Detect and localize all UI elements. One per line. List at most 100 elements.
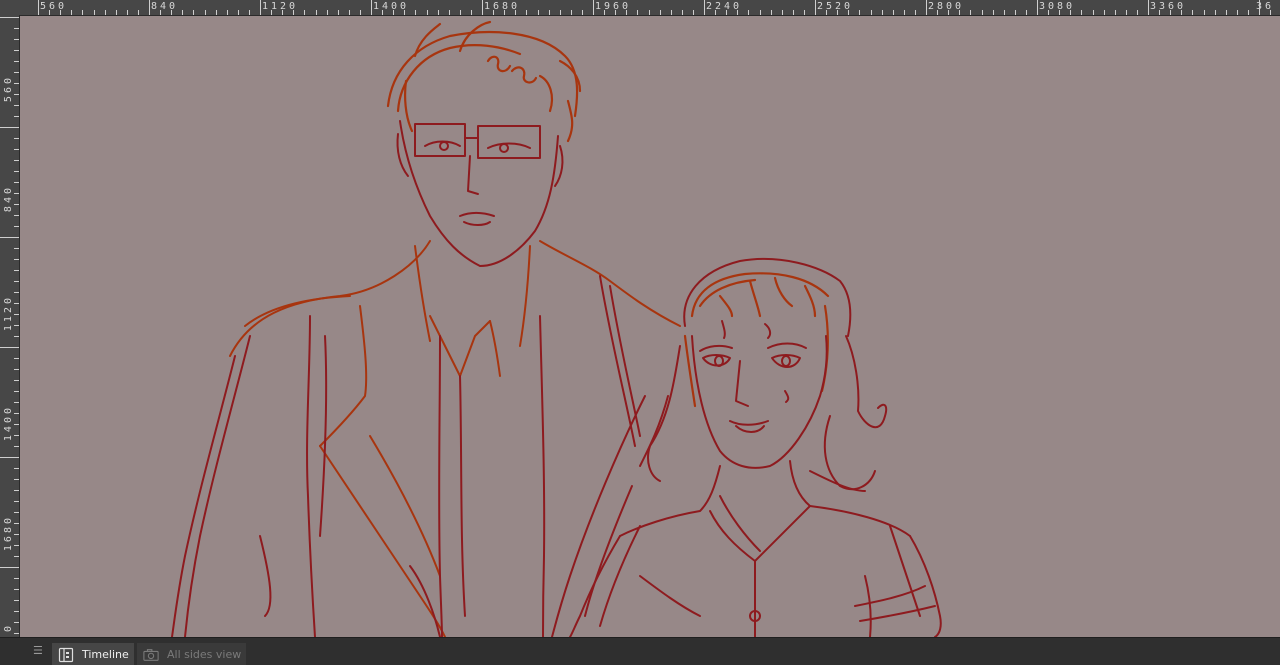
ruler-tick <box>14 160 19 161</box>
ruler-tick <box>493 10 495 15</box>
ruler-tick <box>348 10 350 15</box>
woman-hair-strokes <box>639 257 888 492</box>
timeline-icon <box>58 647 74 663</box>
ruler-tick <box>1114 10 1116 15</box>
ruler-tick <box>1247 10 1249 15</box>
ruler-tick <box>1103 10 1105 15</box>
ruler-tick <box>404 10 406 15</box>
ruler-tick <box>14 270 19 271</box>
ruler-tick <box>681 10 683 15</box>
ruler-tick <box>459 10 461 15</box>
ruler-tick <box>14 578 19 579</box>
ruler-tick <box>748 10 750 15</box>
ruler-tick <box>482 0 483 15</box>
ruler-tick <box>115 10 117 15</box>
ruler-label: 0 <box>3 623 14 633</box>
ruler-tick <box>0 567 19 568</box>
ruler-tick <box>1270 10 1272 15</box>
ruler-tick <box>137 10 139 15</box>
ruler-tick <box>615 10 617 15</box>
ruler-tick <box>759 10 761 15</box>
ruler-tick <box>0 17 19 18</box>
ruler-label: 560 <box>40 1 68 12</box>
woman-face-strokes <box>691 320 828 469</box>
ruler-tick <box>1181 10 1183 15</box>
ruler-tick <box>715 10 717 15</box>
ruler-tick <box>1003 10 1005 15</box>
ruler-tick <box>415 10 417 15</box>
ruler-tick <box>1081 10 1083 15</box>
ruler-tick <box>14 72 19 73</box>
ruler-tick <box>637 10 639 15</box>
ruler-tick <box>548 10 550 15</box>
ruler-tick <box>1125 10 1127 15</box>
ruler-tick <box>14 391 19 392</box>
ruler-tick <box>570 10 572 15</box>
ruler-tick <box>14 50 19 51</box>
tab-timeline[interactable]: Timeline <box>52 643 134 665</box>
ruler-tick <box>14 556 19 557</box>
ruler-tick <box>49 10 51 15</box>
ruler-tick <box>204 10 206 15</box>
ruler-tick <box>826 10 828 15</box>
ruler-tick <box>126 10 128 15</box>
ruler-tick <box>14 611 19 612</box>
tab-all-sides-view[interactable]: All sides view <box>137 643 246 665</box>
ruler-tick <box>14 28 19 29</box>
vertical-ruler[interactable]: 560 840 1120 1400 1680 0 <box>0 15 20 637</box>
ruler-tick <box>1037 0 1038 15</box>
ruler-tick <box>326 10 328 15</box>
drawing-canvas[interactable] <box>20 16 1280 637</box>
ruler-tick <box>226 10 228 15</box>
ruler-tick <box>14 325 19 326</box>
ruler-tick <box>593 0 594 15</box>
ruler-tick <box>937 10 939 15</box>
man-face-strokes <box>396 120 564 267</box>
ruler-tick <box>14 468 19 469</box>
ruler-tick <box>14 292 19 293</box>
bottom-panel-bar: ☰ Timeline All sides view <box>0 637 1280 665</box>
ruler-tick <box>260 0 261 15</box>
ruler-label: 840 <box>3 185 14 213</box>
ruler-tick <box>648 10 650 15</box>
hamburger-icon[interactable]: ☰ <box>33 645 44 656</box>
ruler-tick <box>248 10 250 15</box>
ruler-tick <box>14 600 19 601</box>
ruler-tick <box>171 10 173 15</box>
ruler-tick <box>581 10 583 15</box>
ruler-tick <box>892 10 894 15</box>
ruler-tick <box>359 10 361 15</box>
ruler-tick <box>1092 10 1094 15</box>
ruler-tick <box>470 10 472 15</box>
ruler-tick <box>526 10 528 15</box>
ruler-tick <box>14 61 19 62</box>
ruler-tick <box>14 633 19 634</box>
ruler-tick <box>881 10 883 15</box>
ruler-tick <box>14 380 19 381</box>
ruler-tick <box>14 358 19 359</box>
ruler-tick <box>14 479 19 480</box>
ruler-tick <box>14 83 19 84</box>
ruler-tick <box>14 424 19 425</box>
ruler-tick <box>14 204 19 205</box>
ruler-label: 560 <box>3 75 14 103</box>
ruler-tick <box>1059 10 1061 15</box>
ruler-tick <box>770 10 772 15</box>
tab-label: Timeline <box>82 648 129 661</box>
ruler-tick <box>104 10 106 15</box>
ruler-tick <box>992 10 994 15</box>
ruler-tick <box>815 0 816 15</box>
ruler-tick <box>160 10 162 15</box>
ruler-tick <box>71 10 73 15</box>
tab-label: All sides view <box>167 648 242 661</box>
ruler-tick <box>237 10 239 15</box>
ruler-tick <box>670 10 672 15</box>
ruler-tick <box>315 10 317 15</box>
ruler-tick <box>914 10 916 15</box>
woman-fringe-strokes <box>683 272 830 408</box>
ruler-tick <box>14 413 19 414</box>
ruler-tick <box>14 545 19 546</box>
ruler-tick <box>726 10 728 15</box>
ruler-tick <box>14 512 19 513</box>
horizontal-ruler[interactable]: 560 840 1120 1400 1680 1960 2240 2520 28… <box>0 0 1280 16</box>
